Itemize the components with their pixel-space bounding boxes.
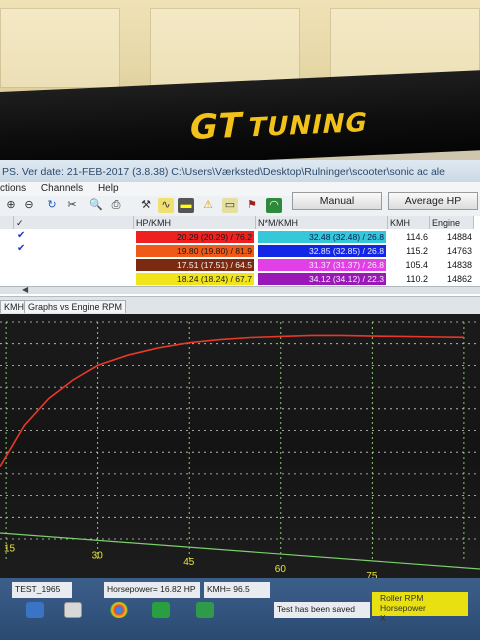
x-tick-label: 15	[4, 543, 16, 554]
zoom-in-icon[interactable]: ⊕	[3, 198, 19, 213]
hp-cell: 18.24 (18.24) / 67.7	[136, 273, 254, 285]
hp-cell: 17.51 (17.51) / 64.5	[136, 259, 254, 271]
legend-x: X	[380, 613, 386, 623]
status-saved: Test has been saved	[274, 602, 370, 618]
kmh-cell: 114.6	[406, 232, 428, 242]
check-header: ✓	[14, 216, 134, 229]
flag-icon[interactable]: ⚑	[244, 198, 260, 213]
results-table: ✓ HP/KMH N*M/KMH KMH Engine ✔ 20.29 (20.…	[0, 216, 480, 296]
nm-cell: 32.48 (32.48) / 26.8	[258, 231, 386, 243]
status-horsepower: Horsepower= 16.82 HP	[104, 582, 200, 598]
nm-kmh-header: N*M/KMH	[256, 216, 388, 229]
warning-icon[interactable]: ⚠	[200, 198, 216, 213]
task-test-name[interactable]: TEST_1965	[12, 582, 72, 598]
wall-panel	[150, 8, 300, 88]
nm-cell: 32.85 (32.85) / 26.8	[258, 245, 386, 257]
window-title: PS. Ver date: 21-FEB-2017 (3.8.38) C:\Us…	[0, 160, 480, 182]
media-icon[interactable]	[64, 602, 82, 618]
tools-icon[interactable]: ⚒	[138, 198, 154, 213]
average-icon[interactable]: ▬	[178, 198, 194, 213]
meter-icon[interactable]: ▭	[222, 198, 238, 213]
power-graph: 153045607590	[0, 314, 480, 589]
graph-canvas: 153045607590	[0, 321, 480, 589]
x-axis-line	[0, 532, 480, 570]
hp-kmh-header: HP/KMH	[134, 216, 256, 229]
explorer-icon[interactable]	[26, 602, 44, 618]
x-tick-label: 45	[183, 557, 195, 568]
logo-gt: GT	[190, 105, 243, 149]
wall-panel	[0, 8, 120, 88]
average-hp-button[interactable]: Average HP	[388, 192, 478, 210]
x-tick-label: 60	[275, 564, 287, 575]
status-kmh: KMH= 96.5	[204, 582, 270, 598]
manual-button[interactable]: Manual	[292, 192, 382, 210]
logo-tuning: TUNING	[248, 107, 368, 144]
app-curve-icon[interactable]	[196, 602, 214, 618]
engine-cell: 14862	[446, 274, 472, 284]
cut-icon[interactable]: ✂	[64, 198, 80, 213]
gt-tuning-logo: GT TUNING	[190, 100, 368, 148]
table-scrollbar[interactable]: ◀	[0, 285, 480, 294]
nm-cell: 31.37 (31.37) / 26.8	[258, 259, 386, 271]
tab-strip: KMH Graphs vs Engine RPM	[0, 296, 480, 314]
power-curve	[0, 334, 464, 468]
engine-cell: 14838	[446, 260, 472, 270]
engine-cell: 14884	[446, 232, 472, 242]
tab-graphs-vs-engine-rpm[interactable]: Graphs vs Engine RPM	[24, 300, 127, 313]
menu-channels[interactable]: Channels	[41, 183, 83, 194]
x-tick-label: 30	[92, 550, 104, 561]
print-preview-icon[interactable]: 🔍	[88, 198, 104, 213]
engine-cell: 14763	[446, 246, 472, 256]
graph-legend: Roller RPM Horsepower X	[372, 592, 468, 623]
rownum-header	[0, 216, 14, 229]
monitor-screen: PS. Ver date: 21-FEB-2017 (3.8.38) C:\Us…	[0, 160, 480, 640]
kmh-cell: 110.2	[406, 274, 428, 284]
kmh-cell: 105.4	[405, 260, 428, 270]
kmh-header: KMH	[388, 216, 430, 229]
nm-cell: 34.12 (34.12) / 22.3	[258, 273, 386, 285]
refresh-icon[interactable]: ↻	[44, 198, 60, 213]
kmh-cell: 115.2	[406, 246, 428, 256]
zoom-out-icon[interactable]: ⊖	[21, 198, 37, 213]
hp-cell: 20.29 (20.29) / 76.2	[136, 231, 254, 243]
app-icon[interactable]	[152, 602, 170, 618]
legend-horsepower: Horsepower	[380, 603, 426, 613]
row-checkbox[interactable]: ✔	[17, 243, 25, 254]
curve-icon[interactable]: ◠	[266, 198, 282, 213]
scroll-left-icon[interactable]: ◀	[22, 285, 28, 294]
print-icon[interactable]: ⎙	[108, 198, 124, 213]
engine-header: Engine	[430, 216, 474, 229]
menu-help[interactable]: Help	[98, 183, 119, 194]
chrome-icon[interactable]	[110, 602, 128, 618]
row-checkbox[interactable]: ✔	[17, 230, 25, 241]
menu-actions[interactable]: ctions	[0, 183, 26, 194]
legend-roller-rpm: Roller RPM	[380, 593, 424, 603]
hp-cell: 19.80 (19.80) / 81.9	[136, 245, 254, 257]
graph-icon[interactable]: ∿	[158, 198, 174, 213]
